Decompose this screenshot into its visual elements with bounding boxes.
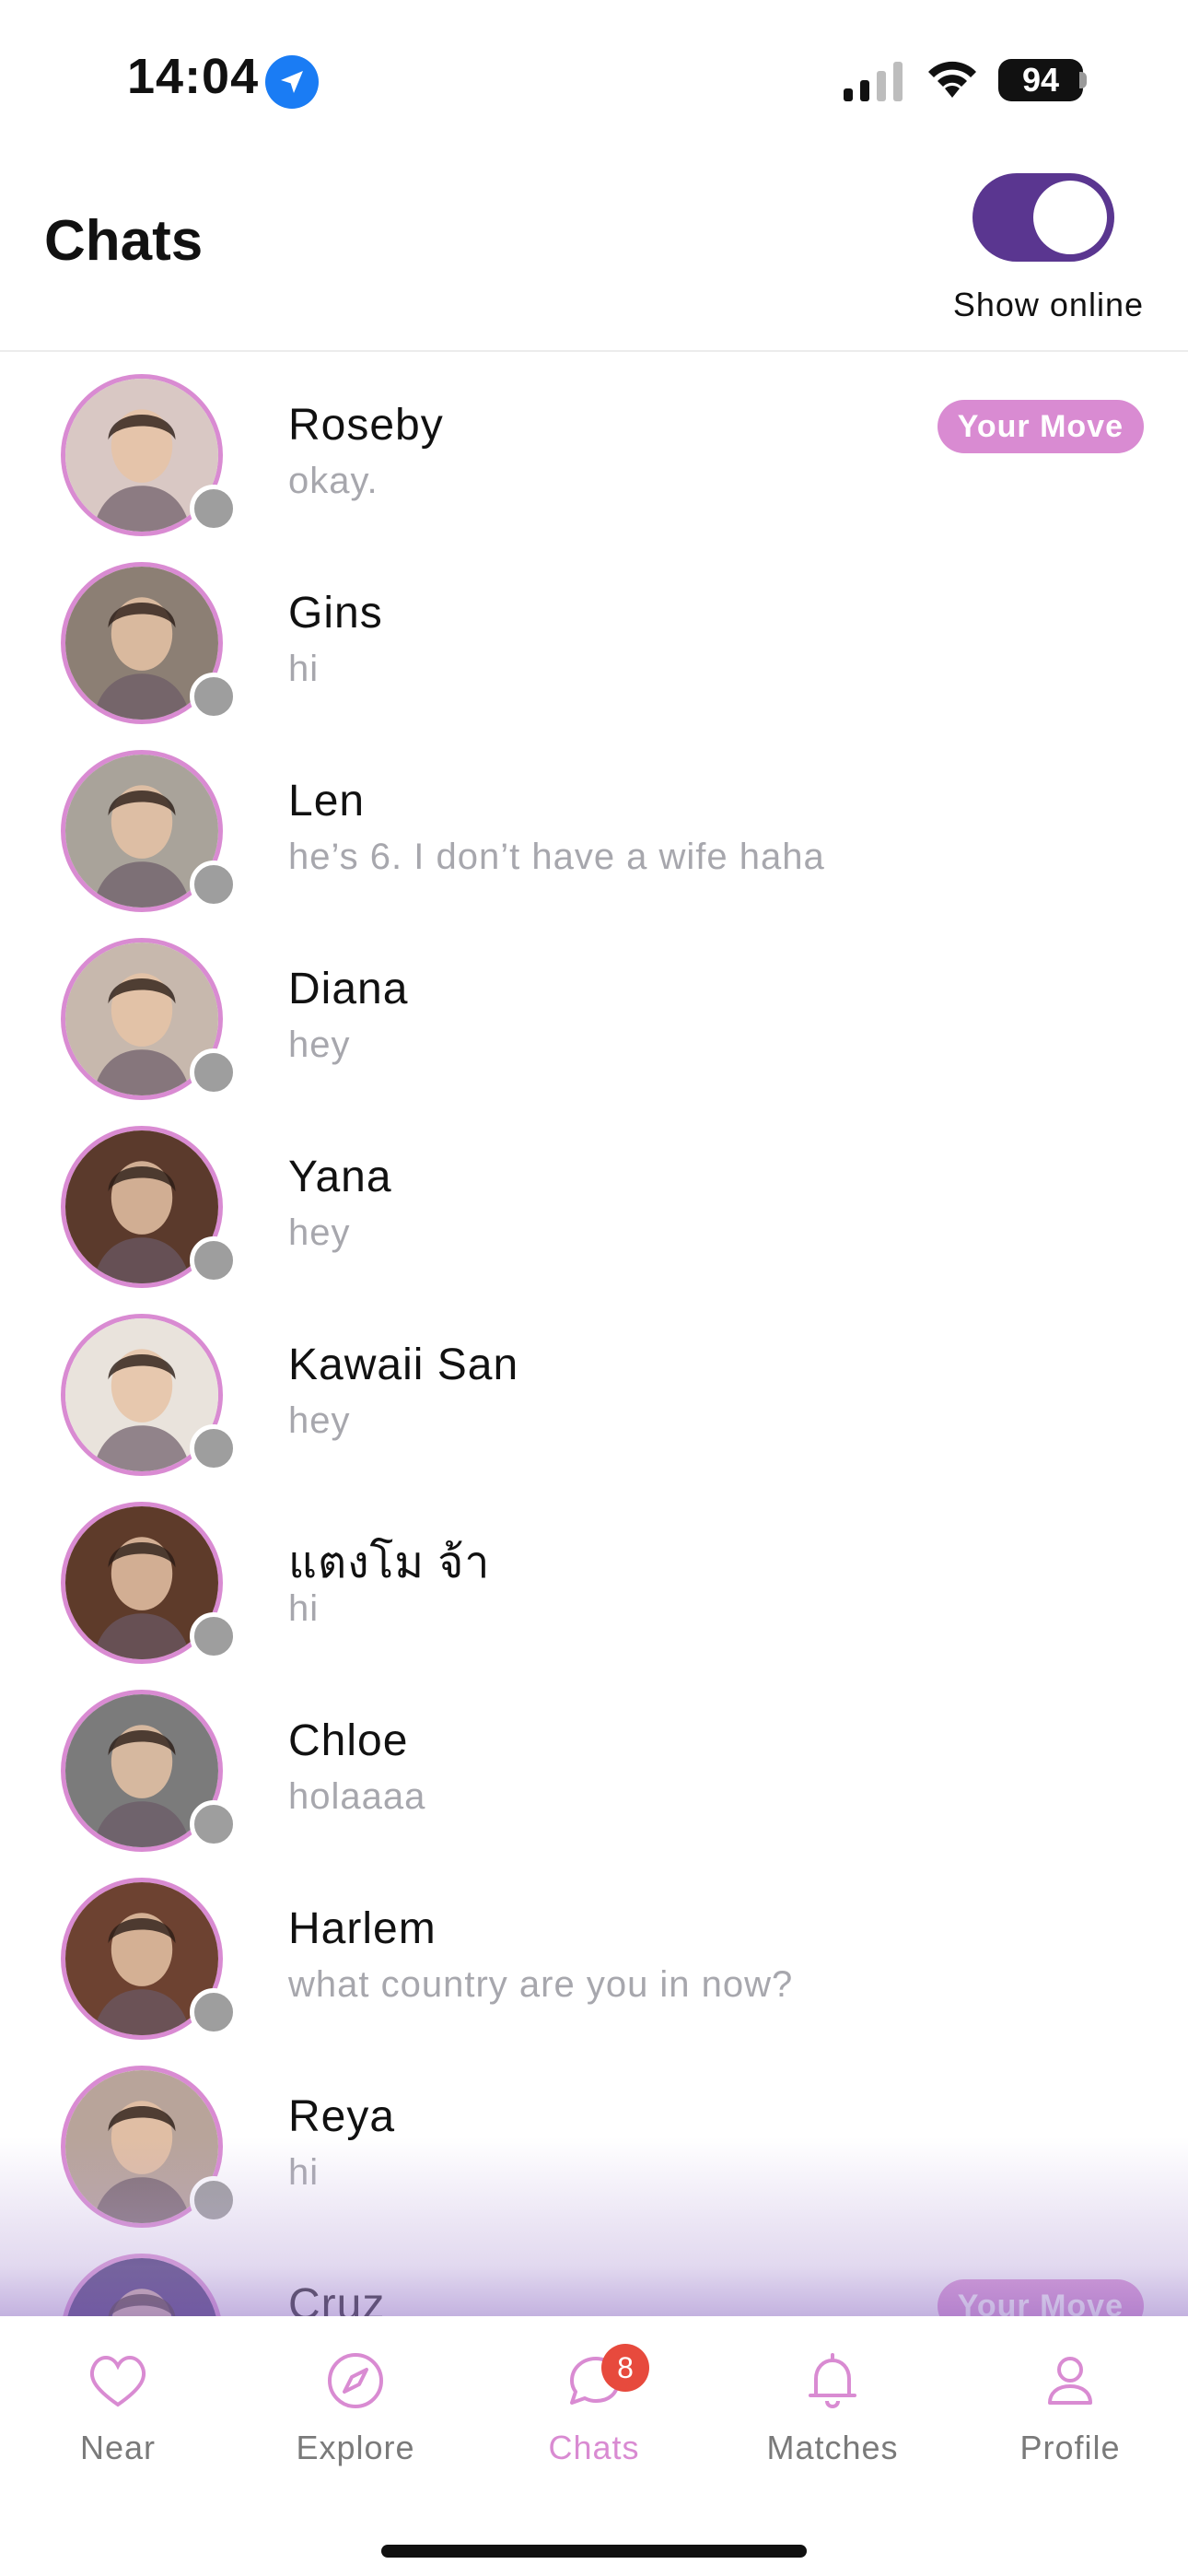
tab-label: Chats xyxy=(548,2429,640,2466)
chat-row[interactable]: Cruz Your Move xyxy=(0,2233,1188,2316)
presence-dot xyxy=(190,861,238,908)
presence-dot xyxy=(190,1236,238,1284)
avatar[interactable] xyxy=(61,2254,223,2316)
presence-dot xyxy=(190,485,238,533)
tab-chats[interactable]: 8 Chats xyxy=(493,2344,695,2500)
chat-preview: hi xyxy=(288,1588,320,1629)
chat-preview: hi xyxy=(288,649,320,689)
your-move-badge: Your Move xyxy=(937,2279,1144,2316)
presence-dot xyxy=(190,1612,238,1660)
chat-preview: hey xyxy=(288,1025,351,1065)
chat-name: Yana xyxy=(288,1153,392,1201)
chat-name: Gins xyxy=(288,589,383,638)
bell-icon xyxy=(809,2353,856,2409)
presence-dot xyxy=(190,2176,238,2224)
tab-profile[interactable]: Profile xyxy=(969,2344,1171,2500)
person-icon xyxy=(1048,2357,1092,2405)
page-title: Chats xyxy=(44,209,204,273)
chat-preview: he’s 6. I don’t have a wife haha xyxy=(288,837,825,877)
chat-preview: what country are you in now? xyxy=(288,1964,794,2005)
wifi-icon xyxy=(928,61,976,98)
chat-name: Harlem xyxy=(288,1904,437,1953)
chat-row[interactable]: Len he’s 6. I don’t have a wife haha xyxy=(0,730,1188,918)
chat-name: Kawaii San xyxy=(288,1341,519,1389)
chat-row[interactable]: Diana hey xyxy=(0,918,1188,1106)
chat-row[interactable]: แตงโม จ้า hi xyxy=(0,1481,1188,1669)
chat-preview: holaaaa xyxy=(288,1776,426,1817)
status-bar: 14:04 94 xyxy=(0,0,1188,157)
signal-icon xyxy=(844,62,903,101)
status-time: 14:04 xyxy=(127,49,260,104)
heart-icon xyxy=(89,2356,146,2407)
presence-dot xyxy=(190,1800,238,1848)
presence-dot xyxy=(190,1048,238,1096)
chat-name: Reya xyxy=(288,2092,396,2141)
chat-preview: okay. xyxy=(288,461,379,501)
tab-label: Near xyxy=(79,2429,157,2466)
chat-list: Roseby okay. Your Move Gins hi Len he’s 6. I d… xyxy=(0,354,1188,2316)
tab-bar: Near Explore 8 Chats Matches Profile xyxy=(0,2316,1188,2576)
tab-explore[interactable]: Explore xyxy=(254,2344,457,2500)
chat-preview: hi xyxy=(288,2152,320,2193)
tab-label: Profile xyxy=(1019,2429,1121,2466)
your-move-badge: Your Move xyxy=(937,400,1144,453)
chat-name: Roseby xyxy=(288,401,444,450)
battery-cap xyxy=(1079,72,1087,88)
chat-row[interactable]: Roseby okay. Your Move xyxy=(0,354,1188,542)
presence-dot xyxy=(190,673,238,720)
chat-name: Cruz xyxy=(288,2280,386,2316)
chat-name: แตงโม จ้า xyxy=(288,1539,491,1587)
battery-icon: 94 xyxy=(998,59,1083,101)
home-indicator xyxy=(381,2545,807,2558)
chat-row[interactable]: Reya hi xyxy=(0,2045,1188,2233)
chat-name: Len xyxy=(288,777,366,825)
chat-row[interactable]: Kawaii San hey xyxy=(0,1294,1188,1481)
header: Chats Show online xyxy=(0,157,1188,352)
toggle-knob xyxy=(1033,181,1107,254)
chat-row[interactable]: Harlem what country are you in now? xyxy=(0,1857,1188,2045)
presence-dot xyxy=(190,1424,238,1472)
tab-label: Matches xyxy=(766,2429,899,2466)
tab-near[interactable]: Near xyxy=(17,2344,219,2500)
chat-name: Diana xyxy=(288,965,409,1013)
tab-label: Explore xyxy=(296,2429,415,2466)
location-arrow-icon xyxy=(265,55,319,109)
chat-preview: hey xyxy=(288,1400,351,1441)
unread-badge: 8 xyxy=(601,2344,649,2392)
chat-name: Chloe xyxy=(288,1716,409,1765)
compass-icon xyxy=(328,2353,383,2408)
show-online-toggle[interactable] xyxy=(973,173,1114,262)
presence-dot xyxy=(190,1988,238,2036)
chat-row[interactable]: Chloe holaaaa xyxy=(0,1669,1188,1857)
chat-row[interactable]: Gins hi xyxy=(0,542,1188,730)
show-online-label: Show online xyxy=(952,286,1144,323)
tab-matches[interactable]: Matches xyxy=(731,2344,934,2500)
chat-preview: hey xyxy=(288,1212,351,1253)
chat-row[interactable]: Yana hey xyxy=(0,1106,1188,1294)
